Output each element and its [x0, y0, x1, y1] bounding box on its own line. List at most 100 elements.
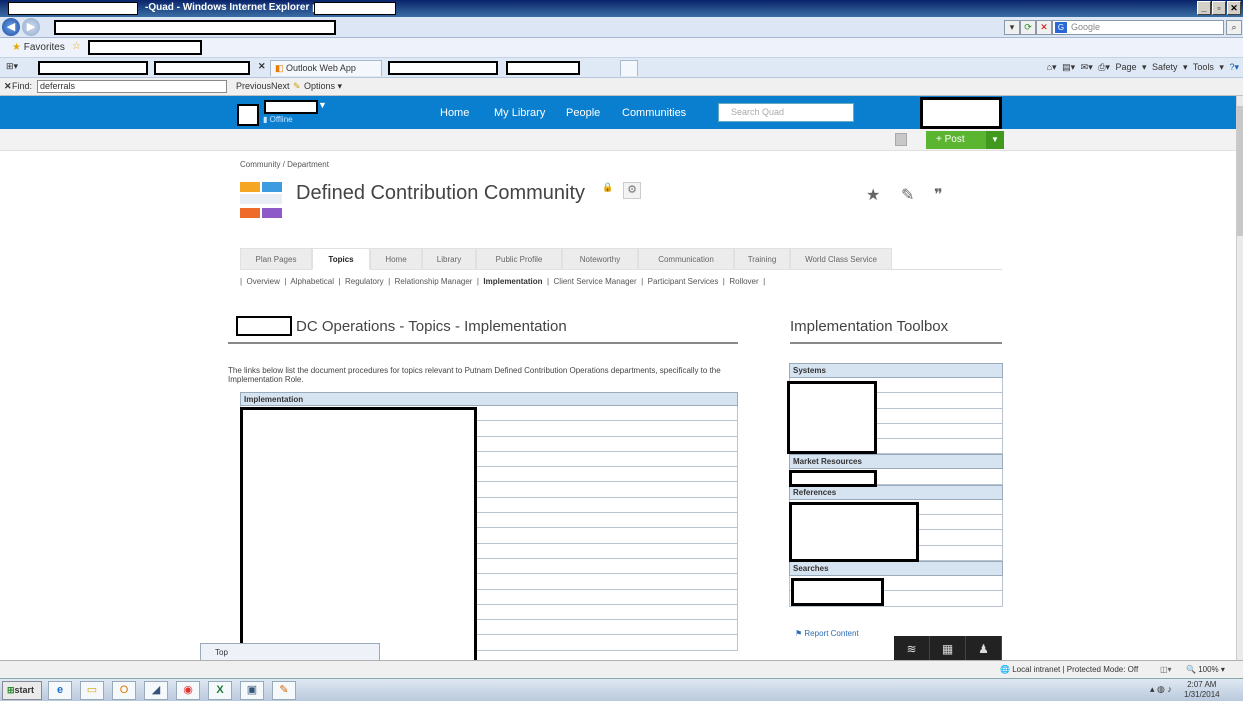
subnav-rollover[interactable]: Rollover — [729, 277, 758, 286]
help-icon[interactable]: ?▾ — [1229, 62, 1239, 72]
maximize-button[interactable]: ▫ — [1212, 1, 1226, 15]
redacted-tab[interactable] — [154, 61, 250, 75]
report-content-link[interactable]: ⚑ Report Content — [795, 629, 859, 638]
quick-tabs-icon[interactable]: ⊞▾ — [6, 61, 18, 72]
clock[interactable]: 2:07 AM 1/31/2014 — [1184, 680, 1220, 700]
subnav-implementation[interactable]: Implementation — [483, 277, 542, 286]
redacted-tab[interactable] — [388, 61, 498, 75]
gear-icon[interactable]: ⚙ — [623, 182, 641, 199]
toolbox-section-references: References — [789, 484, 1003, 500]
nav-my-library[interactable]: My Library — [494, 107, 545, 119]
tools-menu[interactable]: Tools ▾ — [1193, 62, 1224, 72]
user-profile[interactable] — [920, 97, 1002, 129]
subnav-participant-services[interactable]: Participant Services — [648, 277, 719, 286]
subnav-overview[interactable]: Overview — [247, 277, 280, 286]
redacted-block — [787, 381, 877, 454]
outlook-icon[interactable]: O — [112, 681, 136, 700]
scrollbar-thumb[interactable] — [1237, 106, 1243, 236]
discussion-icon[interactable]: ❞ — [934, 185, 943, 205]
nav-people[interactable]: People — [566, 107, 600, 119]
chevron-down-icon[interactable]: ▼ — [318, 100, 327, 110]
intranet-icon: 🌐 — [1000, 665, 1010, 674]
mail-icon[interactable]: ✉▾ — [1081, 62, 1093, 72]
topics-subnav: | Overview | Alphabetical | Regulatory |… — [240, 277, 766, 286]
highlight-icon[interactable]: ✎ — [293, 81, 301, 92]
chevron-down-icon[interactable]: ▼ — [986, 131, 1004, 149]
subnav-relationship-manager[interactable]: Relationship Manager — [395, 277, 473, 286]
feeds-icon[interactable]: ▤▾ — [1062, 62, 1075, 72]
notification-icon[interactable] — [895, 133, 907, 146]
find-options-button[interactable]: Options ▾ — [304, 81, 342, 92]
favorites-bar: ★ Favorites ☆ — [0, 38, 1243, 58]
outlook-icon: ◧ — [275, 63, 284, 73]
post-button[interactable]: + Post ▼ — [926, 131, 1004, 149]
find-next-button[interactable]: Next — [271, 81, 290, 91]
tab-outlook-web-app[interactable]: ◧ Outlook Web App — [270, 60, 382, 76]
protected-mode-icon[interactable]: ◫▾ — [1160, 665, 1172, 674]
site-logo[interactable] — [237, 104, 259, 126]
breadcrumb: Community / Department — [240, 160, 329, 169]
find-input[interactable]: deferrals — [37, 80, 227, 93]
tab-plan-pages[interactable]: Plan Pages — [240, 248, 312, 270]
floating-toolbar: ≋ ▦ ♟ — [894, 636, 1002, 660]
close-find-icon[interactable]: ✕ — [4, 81, 12, 92]
tab-noteworthy[interactable]: Noteworthy — [562, 248, 638, 270]
nav-home[interactable]: Home — [440, 107, 469, 119]
url-field[interactable] — [54, 20, 336, 35]
community-logo — [240, 182, 282, 222]
tab-topics[interactable]: Topics — [312, 248, 370, 270]
tab-library[interactable]: Library — [422, 248, 476, 270]
favorites-button[interactable]: ★ Favorites — [12, 42, 65, 53]
zoom-level[interactable]: 🔍 100% ▾ — [1186, 665, 1225, 674]
refresh-icon[interactable]: ⟳ — [1020, 20, 1036, 35]
page-menu[interactable]: Page ▾ — [1115, 62, 1146, 72]
system-tray[interactable]: ▴ ◍ ♪ — [1150, 684, 1172, 695]
subnav-client-service-manager[interactable]: Client Service Manager — [554, 277, 637, 286]
close-tab-icon[interactable]: ✕ — [258, 61, 266, 72]
tab-training[interactable]: Training — [734, 248, 790, 270]
app-icon[interactable]: ◢ — [144, 681, 168, 700]
search-input[interactable]: Search Quad — [718, 103, 854, 122]
close-button[interactable]: ✕ — [1227, 1, 1241, 15]
address-bar: ◀ ▶ ▾ ⟳ ✕ G Google ⌕ — [0, 17, 1243, 38]
back-button[interactable]: ◀ — [2, 18, 20, 36]
search-icon[interactable]: ⌕ — [1226, 20, 1242, 35]
activity-icon[interactable]: ≋ — [894, 636, 930, 660]
person-icon[interactable]: ♟ — [966, 636, 1002, 660]
security-zone[interactable]: 🌐 Local intranet | Protected Mode: Off — [1000, 665, 1138, 674]
new-tab-button[interactable] — [620, 60, 638, 76]
safety-menu[interactable]: Safety ▾ — [1152, 62, 1188, 72]
app-icon[interactable]: ▣ — [240, 681, 264, 700]
chrome-icon[interactable]: ◉ — [176, 681, 200, 700]
tab-home[interactable]: Home — [370, 248, 422, 270]
minimize-button[interactable]: _ — [1197, 1, 1211, 15]
tab-communication[interactable]: Communication — [638, 248, 734, 270]
tab-public-profile[interactable]: Public Profile — [476, 248, 562, 270]
redacted-block — [88, 40, 202, 55]
ie-icon[interactable]: e — [48, 681, 72, 700]
redacted-tab[interactable] — [506, 61, 580, 75]
redacted-block — [240, 407, 477, 660]
add-favorites-icon[interactable]: ☆ — [72, 41, 81, 52]
find-previous-button[interactable]: Previous — [236, 81, 271, 91]
folder-icon[interactable]: ▭ — [80, 681, 104, 700]
start-button[interactable]: ⊞start — [2, 681, 42, 700]
user-name[interactable] — [264, 100, 318, 114]
stop-icon[interactable]: ✕ — [1036, 20, 1052, 35]
edit-icon[interactable]: ✎ — [901, 185, 914, 205]
star-icon[interactable]: ★ — [866, 185, 880, 205]
subnav-regulatory[interactable]: Regulatory — [345, 277, 384, 286]
tab-world-class-service[interactable]: World Class Service — [790, 248, 892, 270]
paint-icon[interactable]: ✎ — [272, 681, 296, 700]
calendar-icon[interactable]: ▦ — [930, 636, 966, 660]
forward-button[interactable]: ▶ — [22, 18, 40, 36]
print-icon[interactable]: ⎙▾ — [1098, 62, 1110, 72]
excel-icon[interactable]: X — [208, 681, 232, 700]
subnav-alphabetical[interactable]: Alphabetical — [290, 277, 334, 286]
home-icon[interactable]: ⌂▾ — [1047, 62, 1057, 72]
vertical-scrollbar[interactable] — [1236, 96, 1243, 660]
redacted-tab[interactable] — [38, 61, 148, 75]
dropdown-icon[interactable]: ▾ — [1004, 20, 1020, 35]
search-box[interactable]: G Google — [1052, 20, 1224, 35]
nav-communities[interactable]: Communities — [622, 107, 686, 119]
